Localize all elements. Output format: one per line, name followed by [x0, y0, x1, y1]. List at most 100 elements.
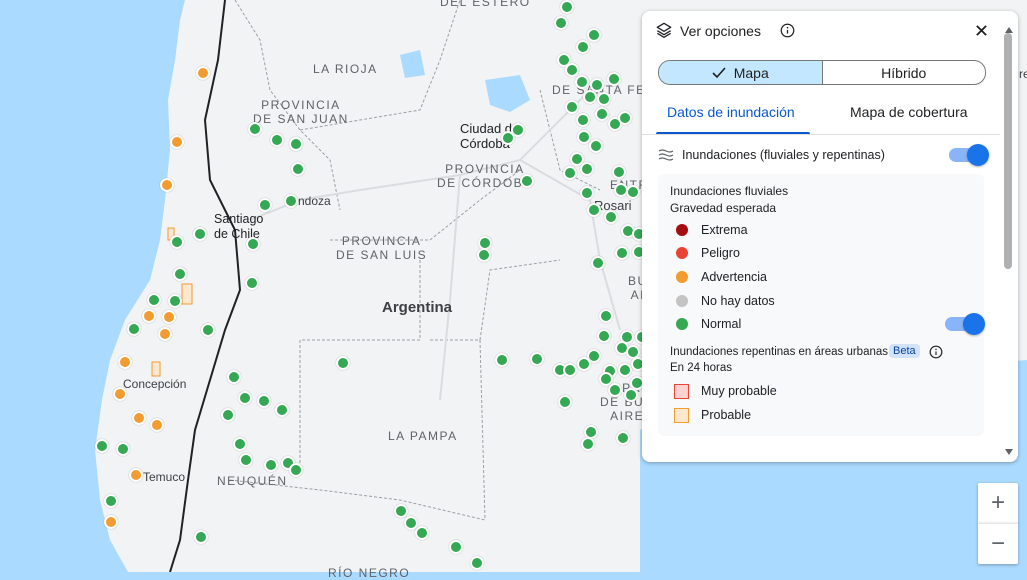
gauge-marker-normal[interactable] — [615, 246, 629, 260]
gauge-marker-normal[interactable] — [233, 437, 247, 451]
gauge-marker-normal[interactable] — [495, 353, 509, 367]
gauge-marker-normal[interactable] — [173, 267, 187, 281]
gauge-marker-normal[interactable] — [558, 395, 572, 409]
gauge-marker-normal[interactable] — [580, 162, 594, 176]
gauge-marker-warning[interactable] — [150, 418, 164, 432]
gauge-marker-normal[interactable] — [336, 356, 350, 370]
segment-hibrido[interactable]: Híbrido — [823, 61, 986, 84]
gauge-marker-normal[interactable] — [599, 309, 613, 323]
gauge-marker-normal[interactable] — [275, 403, 289, 417]
gauge-marker-normal[interactable] — [127, 322, 141, 336]
gauge-marker-normal[interactable] — [270, 133, 284, 147]
gauge-marker-normal[interactable] — [604, 210, 618, 224]
gauge-marker-normal[interactable] — [221, 408, 235, 422]
gauge-marker-normal[interactable] — [565, 100, 579, 114]
info-icon[interactable] — [780, 23, 795, 38]
gauge-marker-normal[interactable] — [238, 391, 252, 405]
gauge-marker-normal[interactable] — [258, 198, 272, 212]
gauge-marker-warning[interactable] — [104, 515, 118, 529]
gauge-marker-normal[interactable] — [563, 166, 577, 180]
gauge-marker-normal[interactable] — [470, 556, 484, 570]
gauge-marker-normal[interactable] — [560, 0, 574, 14]
gauge-marker-warning[interactable] — [170, 135, 184, 149]
gauge-marker-warning[interactable] — [142, 309, 156, 323]
gauge-marker-normal[interactable] — [576, 40, 590, 54]
gauge-marker-normal[interactable] — [95, 439, 109, 453]
gauge-marker-normal[interactable] — [608, 383, 622, 397]
gauge-marker-normal[interactable] — [530, 352, 544, 366]
gauge-marker-normal[interactable] — [289, 463, 303, 477]
gauge-marker-normal[interactable] — [239, 453, 253, 467]
gauge-marker-normal[interactable] — [147, 293, 161, 307]
gauge-marker-warning[interactable] — [129, 468, 143, 482]
zoom-in-button[interactable]: + — [978, 483, 1018, 523]
gauge-marker-normal[interactable] — [193, 227, 207, 241]
gauge-marker-normal[interactable] — [394, 504, 408, 518]
gauge-marker-normal[interactable] — [246, 237, 260, 251]
gauge-marker-normal[interactable] — [248, 122, 262, 136]
gauge-marker-normal[interactable] — [201, 323, 215, 337]
tab-coverage-map[interactable]: Mapa de cobertura — [850, 104, 968, 120]
gauge-marker-warning[interactable] — [196, 66, 210, 80]
gauge-marker-normal[interactable] — [583, 90, 597, 104]
label-san-luis: PROVINCIA DE SAN LUIS — [336, 234, 428, 262]
gauge-marker-normal[interactable] — [616, 431, 630, 445]
gauge-marker-normal[interactable] — [577, 357, 591, 371]
gauge-marker-normal[interactable] — [612, 165, 626, 179]
gauge-marker-normal[interactable] — [227, 370, 241, 384]
gauge-marker-warning[interactable] — [113, 387, 127, 401]
gauge-marker-normal[interactable] — [449, 540, 463, 554]
gauge-marker-warning[interactable] — [118, 355, 132, 369]
gauge-marker-normal[interactable] — [415, 526, 429, 540]
gauge-marker-normal[interactable] — [563, 363, 577, 377]
gauge-marker-normal[interactable] — [576, 113, 590, 127]
gauge-marker-normal[interactable] — [194, 530, 208, 544]
gauge-marker-warning[interactable] — [158, 327, 172, 341]
gauge-marker-normal[interactable] — [245, 276, 259, 290]
close-icon[interactable] — [975, 24, 988, 37]
gauge-marker-normal[interactable] — [607, 72, 621, 86]
gauge-marker-normal[interactable] — [597, 329, 611, 343]
tab-flood-data[interactable]: Datos de inundación — [667, 104, 795, 120]
gauge-marker-normal[interactable] — [104, 494, 118, 508]
gauge-marker-normal[interactable] — [597, 92, 611, 106]
normal-toggle[interactable] — [945, 313, 985, 335]
gauge-marker-normal[interactable] — [477, 248, 491, 262]
gauge-marker-normal[interactable] — [116, 442, 130, 456]
gauge-marker-normal[interactable] — [626, 185, 640, 199]
gauge-marker-normal[interactable] — [587, 28, 601, 42]
gauge-marker-normal[interactable] — [591, 256, 605, 270]
gauge-marker-warning[interactable] — [160, 178, 174, 192]
gauge-marker-normal[interactable] — [289, 137, 303, 151]
gauge-marker-normal[interactable] — [520, 174, 534, 188]
gauge-marker-normal[interactable] — [589, 139, 603, 153]
gauge-marker-normal[interactable] — [554, 16, 568, 30]
gauge-marker-normal[interactable] — [501, 131, 515, 145]
gauge-marker-normal[interactable] — [264, 458, 278, 472]
gauge-marker-normal[interactable] — [575, 75, 589, 89]
gauge-marker-normal[interactable] — [618, 363, 632, 377]
gauge-marker-normal[interactable] — [170, 235, 184, 249]
gauge-marker-normal[interactable] — [587, 203, 601, 217]
toggle-knob — [963, 313, 985, 335]
info-icon[interactable] — [929, 345, 943, 359]
gauge-marker-normal[interactable] — [284, 194, 298, 208]
gauge-marker-normal[interactable] — [624, 388, 638, 402]
gauge-marker-warning[interactable] — [132, 411, 146, 425]
zoom-out-button[interactable]: − — [978, 523, 1018, 564]
flood-layer-toggle[interactable] — [949, 144, 989, 166]
gauge-marker-normal[interactable] — [580, 186, 594, 200]
gauge-marker-normal[interactable] — [291, 162, 305, 176]
panel-scrollbar[interactable] — [1004, 27, 1013, 457]
waves-icon — [658, 149, 674, 161]
segment-mapa[interactable]: Mapa — [659, 61, 823, 84]
gauge-marker-normal[interactable] — [257, 394, 271, 408]
gauge-marker-warning[interactable] — [162, 310, 176, 324]
gauge-marker-normal[interactable] — [168, 294, 182, 308]
gauge-marker-normal[interactable] — [581, 437, 595, 451]
gauge-marker-normal[interactable] — [618, 111, 632, 125]
gauge-marker-normal[interactable] — [595, 107, 609, 121]
scroll-down-arrow[interactable] — [1005, 449, 1013, 455]
gauge-marker-normal[interactable] — [565, 63, 579, 77]
scroll-thumb[interactable] — [1004, 33, 1012, 269]
